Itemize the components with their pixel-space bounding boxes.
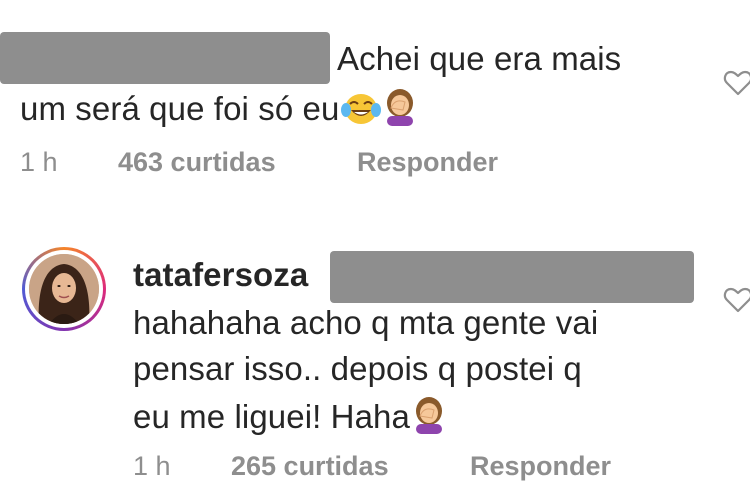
avatar[interactable] (22, 247, 106, 331)
person-facepalming-icon (412, 396, 446, 442)
comment-2-username[interactable]: tatafersoza (133, 256, 308, 293)
comment-2-username-row: tatafersoza (133, 256, 308, 294)
comment-2-time: 1 h (133, 451, 171, 481)
comment-2-text-line-3-row: eu me liguei! Haha (133, 396, 446, 442)
comment-2-likes[interactable]: 265 curtidas (231, 450, 389, 482)
comment-2-text-line-2: pensar isso.. depois q postei q (133, 350, 582, 387)
redacted-username-bar (0, 32, 330, 84)
avatar-photo (29, 254, 99, 324)
person-facepalming-icon (383, 88, 417, 134)
comment-1-text-line-2-row: um será que foi só eu (20, 88, 417, 134)
comment-1-time: 1 h (20, 147, 58, 177)
comments-screen: Achei que era mais um será que foi só eu (0, 0, 750, 500)
comment-1-likes[interactable]: 463 curtidas (118, 146, 276, 178)
comment-1-text-line-1: Achei que era mais (337, 40, 622, 77)
heart-outline-icon[interactable] (723, 285, 750, 315)
comment-1-text-line-2: um será que foi só eu (20, 90, 340, 127)
comment-2-text-line-3: eu me liguei! Haha (133, 398, 410, 435)
comment-1-reply-button[interactable]: Responder (357, 146, 498, 178)
comment-2-reply-button[interactable]: Responder (470, 450, 611, 482)
redacted-text-bar (330, 251, 694, 303)
heart-outline-icon[interactable] (723, 68, 750, 98)
comment-2-text-line-1: hahahaha acho q mta gente vai (133, 304, 599, 341)
face-with-tears-of-joy-icon (341, 90, 382, 134)
